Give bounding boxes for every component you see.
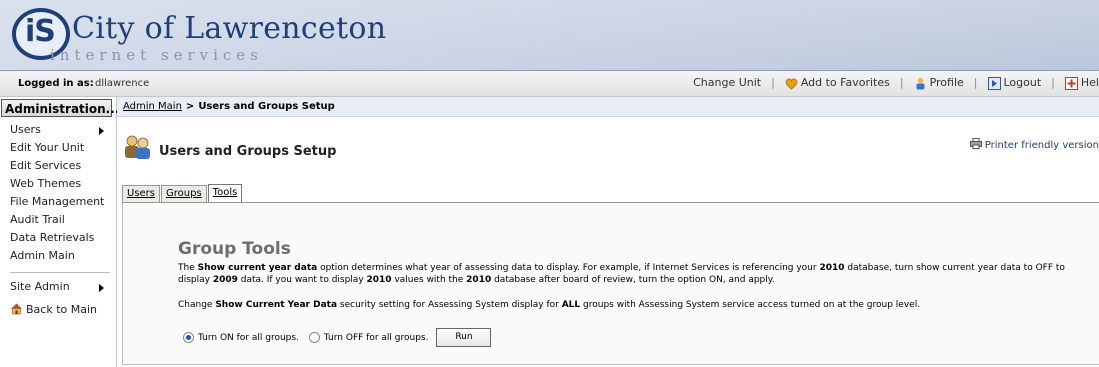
sidebar-item-site-admin[interactable]: Site Admin bbox=[0, 278, 110, 296]
nav-separator: | bbox=[1051, 76, 1055, 90]
page-title: Users and Groups Setup bbox=[159, 144, 337, 159]
turn-on-label[interactable]: Turn ON for all groups. bbox=[198, 333, 299, 343]
favorites-icon bbox=[785, 78, 798, 89]
breadcrumb-current: Users and Groups Setup bbox=[198, 101, 335, 112]
add-favorites-label: Add to Favorites bbox=[800, 76, 890, 89]
tab-groups[interactable]: Groups bbox=[161, 185, 207, 202]
site-subtitle: internet services bbox=[50, 46, 263, 64]
submenu-arrow-icon bbox=[99, 127, 104, 135]
logout-icon bbox=[987, 76, 1001, 90]
nav-separator: | bbox=[771, 76, 775, 90]
top-navigation: Change Unit | Add to Favorites | Profile… bbox=[693, 76, 1099, 90]
change-unit-link[interactable]: Change Unit bbox=[693, 76, 761, 89]
breadcrumb: Admin Main > Users and Groups Setup bbox=[117, 97, 1099, 117]
turn-off-radio[interactable] bbox=[308, 332, 320, 343]
site-header: iS City of Lawrenceton internet services bbox=[0, 0, 1099, 71]
sidebar-item-admin-main[interactable]: Admin Main bbox=[0, 247, 110, 265]
profile-link[interactable]: Profile bbox=[914, 76, 964, 90]
change-setting-text: Change Show Current Year Data security s… bbox=[178, 300, 921, 310]
tab-users[interactable]: Users bbox=[122, 185, 161, 202]
nav-separator: | bbox=[973, 76, 978, 90]
group-tools-heading: Group Tools bbox=[178, 239, 291, 259]
toggle-options: Turn ON for all groups. Turn OFF for all… bbox=[183, 328, 492, 347]
breadcrumb-separator: > bbox=[185, 101, 195, 112]
breadcrumb-admin-main-link[interactable]: Admin Main bbox=[123, 101, 182, 112]
tools-panel: Group Tools The Show current year data o… bbox=[122, 203, 1099, 365]
sidebar-item-label: Users bbox=[10, 123, 41, 136]
printer-friendly-label: Printer friendly version bbox=[984, 140, 1099, 151]
help-label: Hel bbox=[1080, 76, 1099, 89]
profile-label: Profile bbox=[929, 76, 964, 89]
logout-label: Logout bbox=[1003, 76, 1042, 89]
printer-icon bbox=[969, 138, 982, 149]
run-button[interactable]: Run bbox=[436, 328, 492, 347]
sidebar-item-users[interactable]: Users bbox=[0, 121, 110, 139]
submenu-arrow-icon bbox=[99, 284, 104, 292]
sidebar-divider bbox=[10, 272, 110, 273]
logo-letters: iS bbox=[25, 14, 56, 49]
users-groups-icon bbox=[125, 135, 150, 159]
admin-sidebar: Administration... Users Edit Your Unit E… bbox=[0, 97, 119, 367]
printer-friendly-link[interactable]: Printer friendly version bbox=[969, 138, 1099, 151]
sidebar-item-audit-trail[interactable]: Audit Trail bbox=[0, 211, 110, 229]
tab-tools[interactable]: Tools bbox=[207, 184, 243, 203]
group-tools-description: The Show current year data option determ… bbox=[178, 263, 1065, 285]
sidebar-item-back-to-main[interactable]: Back to Main bbox=[0, 301, 110, 319]
sidebar-item-edit-services[interactable]: Edit Services bbox=[0, 157, 110, 175]
nav-separator: | bbox=[899, 76, 904, 90]
turn-off-label[interactable]: Turn OFF for all groups. bbox=[324, 333, 429, 343]
city-name: City of Lawrenceton bbox=[72, 11, 387, 46]
sidebar-heading[interactable]: Administration... bbox=[1, 99, 119, 117]
login-bar: Logged in as: dllawrence Change Unit | A… bbox=[0, 71, 1099, 97]
tab-bar: Users Groups Tools bbox=[122, 184, 243, 203]
sidebar-item-file-management[interactable]: File Management bbox=[0, 193, 110, 211]
help-icon bbox=[1064, 76, 1078, 90]
logged-in-user: dllawrence bbox=[95, 78, 150, 89]
sidebar-item-web-themes[interactable]: Web Themes bbox=[0, 175, 110, 193]
add-favorites-link[interactable]: Add to Favorites bbox=[785, 76, 890, 90]
profile-icon bbox=[916, 77, 925, 89]
sidebar-item-data-retrievals[interactable]: Data Retrievals bbox=[0, 229, 110, 247]
sidebar-item-edit-your-unit[interactable]: Edit Your Unit bbox=[0, 139, 110, 157]
help-link[interactable]: Hel bbox=[1064, 76, 1099, 90]
logged-in-label: Logged in as: bbox=[18, 78, 94, 89]
sidebar-item-label: Back to Main bbox=[26, 303, 98, 316]
home-icon bbox=[11, 303, 22, 315]
sidebar-item-label: Site Admin bbox=[10, 280, 70, 293]
main-content: Admin Main > Users and Groups Setup Users … bbox=[117, 97, 1099, 367]
turn-on-radio[interactable] bbox=[183, 332, 194, 343]
logout-link[interactable]: Logout bbox=[987, 76, 1042, 90]
